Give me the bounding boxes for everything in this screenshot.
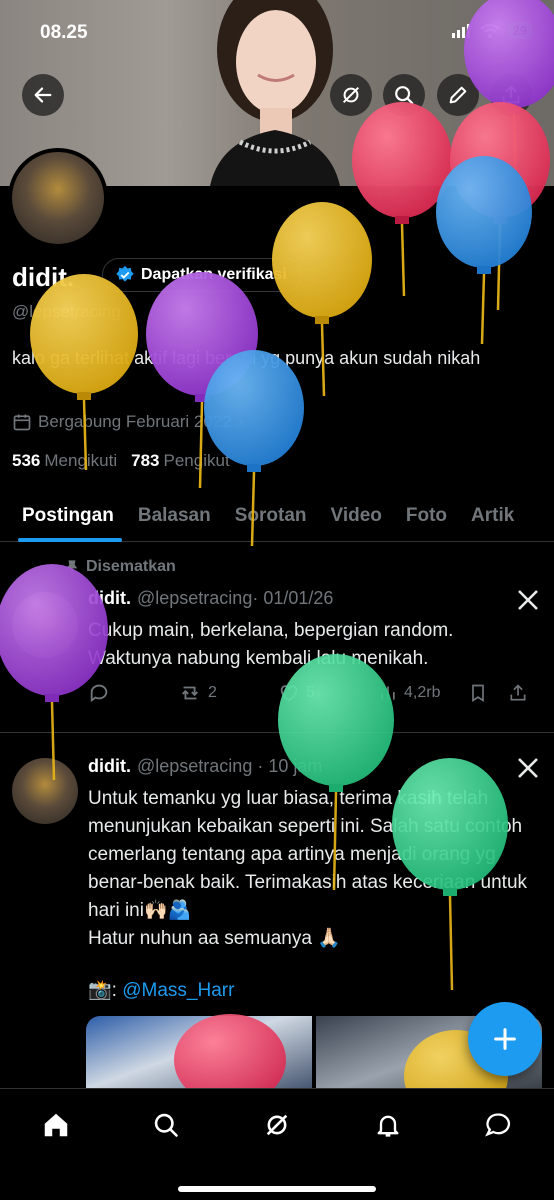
- home-indicator: [178, 1186, 376, 1192]
- plus-icon: [494, 1028, 516, 1050]
- compose-button[interactable]: [468, 1002, 542, 1076]
- balloon: [30, 274, 138, 471]
- home-icon: [44, 1113, 68, 1137]
- nav-messages[interactable]: [476, 1103, 520, 1147]
- nav-home[interactable]: [34, 1103, 78, 1147]
- grok-icon: [266, 1114, 288, 1136]
- balloon: [392, 758, 508, 991]
- search-icon: [154, 1113, 178, 1137]
- bell-icon: [377, 1115, 399, 1137]
- balloon: [0, 564, 108, 781]
- balloon: [278, 654, 394, 891]
- bottom-navigation: [0, 1088, 554, 1200]
- nav-explore[interactable]: [144, 1103, 188, 1147]
- balloon-overlay: [0, 0, 554, 1122]
- nav-notifications[interactable]: [366, 1103, 410, 1147]
- message-icon: [485, 1113, 511, 1137]
- balloon: [436, 156, 532, 345]
- balloon: [204, 350, 304, 547]
- nav-grok[interactable]: [255, 1103, 299, 1147]
